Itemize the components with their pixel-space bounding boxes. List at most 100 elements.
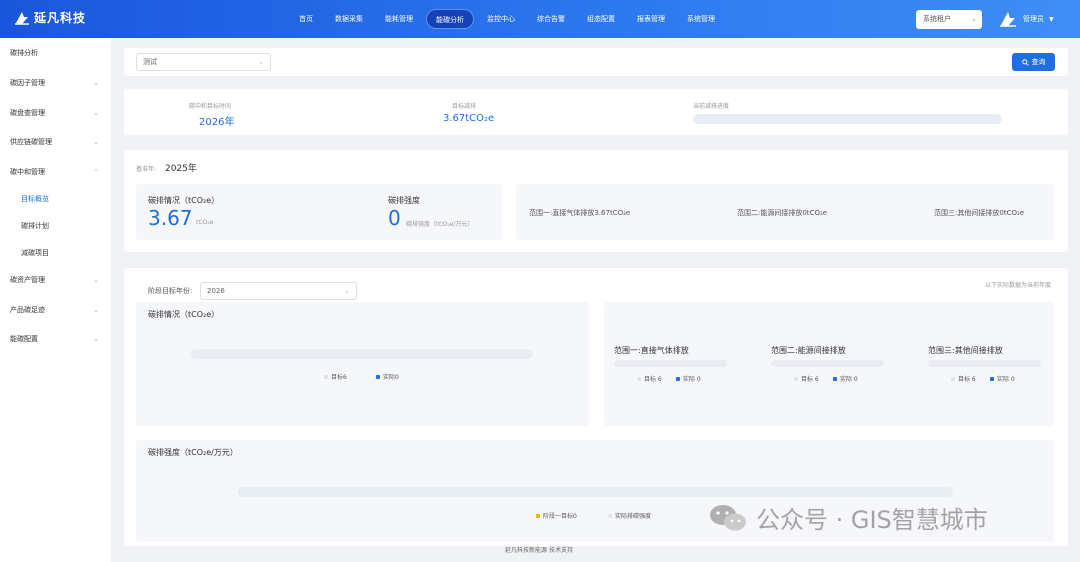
- search-icon: [1021, 58, 1029, 66]
- legend-actual-swatch: [676, 376, 680, 381]
- tenant-select-value: 系统租户: [923, 15, 951, 23]
- emission-title: 碳排情况（tCO₂e）: [148, 196, 220, 205]
- intensity-unit: 碳排强度（tCO₂e/万元）: [406, 221, 474, 228]
- chevron-down-icon: ⌄: [344, 287, 350, 295]
- baseline-card: 基准年: 2025年 碳排情况（tCO₂e） 3.67 tCO₂e 碳排强度 0…: [124, 150, 1068, 252]
- sidebar-item-carbon-config[interactable]: 能碳配置 ⌄: [0, 327, 111, 351]
- user-name: 管理员: [1023, 15, 1044, 23]
- stage-year-select[interactable]: 2026 ⌄: [200, 282, 357, 300]
- sidebar-item-label: 能碳配置: [10, 335, 38, 343]
- sidebar-item-carbon-inventory[interactable]: 碳盘查管理 ⌄: [0, 101, 111, 125]
- nav-item-data-collection[interactable]: 数据采集: [326, 9, 372, 29]
- sidebar-item-carbon-analysis[interactable]: 碳排分析: [0, 41, 111, 65]
- sidebar-item-label: 碳排分析: [10, 49, 38, 57]
- actual-legend: 实际0: [376, 372, 399, 381]
- stage-scope2-bar: [771, 360, 884, 367]
- scope2-target-legend: 目标 6: [794, 374, 819, 383]
- sidebar: 碳排分析 碳因子管理 ⌄ 碳盘查管理 ⌄ 供应链碳管理 ⌄ 碳中和管理 ⌃ 目标…: [0, 38, 111, 562]
- intensity-actual-legend: 实际排碳强度: [608, 511, 651, 520]
- top-bar: 延凡科技 首页 数据采集 能耗管理 能碳分析 监控中心 综合告警 组态配置 报表…: [0, 0, 1080, 38]
- stage-note: 以下实际数据为当前年度: [985, 282, 1052, 289]
- chevron-down-icon: ⌄: [971, 15, 977, 23]
- sidebar-item-carbon-assets[interactable]: 碳资产管理 ⌄: [0, 268, 111, 292]
- stage-emission-bar: [191, 349, 533, 359]
- legend-actual-swatch: [608, 513, 612, 518]
- project-select-value: 测试: [143, 58, 157, 66]
- neutral-time-value: 2026年: [199, 117, 235, 128]
- sidebar-item-label: 产品碳足迹: [10, 306, 45, 314]
- legend-target-swatch: [951, 376, 955, 381]
- nav-item-energy-management[interactable]: 能耗管理: [376, 9, 422, 29]
- intensity-value: 0: [388, 206, 401, 230]
- sidebar-item-label: 供应链碳管理: [10, 138, 52, 146]
- baseline-year-label: 基准年:: [136, 166, 157, 173]
- scope3-text: 范围三:其他间接排放0tCO₂e: [934, 209, 1025, 217]
- stage-intensity-bar: [238, 487, 953, 497]
- sidebar-item-product-footprint[interactable]: 产品碳足迹 ⌄: [0, 298, 111, 322]
- chevron-down-icon: ⌄: [93, 306, 99, 314]
- chevron-up-icon: ⌃: [93, 168, 99, 176]
- sidebar-item-carbon-neutral[interactable]: 碳中和管理 ⌃: [0, 160, 111, 184]
- stage-scope1-title: 范围一:直接气体排放: [614, 346, 689, 355]
- stage-scope1-bar: [614, 360, 727, 367]
- scope3-actual-legend: 实际 0: [990, 374, 1015, 383]
- user-menu[interactable]: 管理员 ▼: [998, 9, 1054, 29]
- logo-icon: [15, 11, 29, 25]
- target-reduction-label: 目标减排: [452, 103, 477, 110]
- stage-emission-title: 碳排情况（tCO₂e）: [148, 310, 220, 319]
- sidebar-item-label: 碳因子管理: [10, 79, 45, 87]
- sidebar-item-label: 目标概览: [21, 195, 49, 203]
- footer: 延凡科技新能源 技术支持: [505, 547, 573, 554]
- target-legend-label: 目标6: [331, 374, 347, 381]
- project-select[interactable]: 测试 ⌄: [136, 53, 271, 71]
- scope2-actual-legend: 实际 0: [833, 374, 858, 383]
- progress-bar: [693, 114, 1002, 124]
- stage-scope3-bar: [928, 360, 1041, 367]
- nav-item-system[interactable]: 系统管理: [678, 9, 724, 29]
- neutral-time-label: 碳中和目标时间: [189, 103, 232, 110]
- legend-actual-swatch: [833, 376, 837, 381]
- chevron-down-icon: ⌄: [93, 276, 99, 284]
- nav-item-monitor[interactable]: 监控中心: [478, 9, 524, 29]
- tenant-select[interactable]: 系统租户 ⌄: [916, 10, 982, 29]
- nav-item-home[interactable]: 首页: [290, 9, 322, 29]
- chevron-down-icon: ⌄: [93, 335, 99, 343]
- intensity-target-label: 阶段一目标0: [543, 513, 577, 520]
- nav-item-alarms[interactable]: 综合告警: [528, 9, 574, 29]
- scope2-target-label: 目标 6: [801, 376, 819, 383]
- nav-item-reports[interactable]: 报表管理: [628, 9, 674, 29]
- brand-logo[interactable]: 延凡科技: [14, 9, 86, 26]
- nav-item-carbon-analysis[interactable]: 能碳分析: [426, 9, 474, 29]
- sidebar-subitem-target-overview[interactable]: 目标概览: [0, 187, 111, 211]
- scope3-target-legend: 目标 6: [951, 374, 976, 383]
- scope1-actual-label: 实际 0: [683, 376, 701, 383]
- scope3-target-label: 目标 6: [958, 376, 976, 383]
- sidebar-item-supply-chain[interactable]: 供应链碳管理 ⌄: [0, 130, 111, 154]
- emission-unit: tCO₂e: [196, 219, 214, 226]
- intensity-title: 碳排强度: [388, 196, 420, 205]
- scope2-actual-label: 实际 0: [840, 376, 858, 383]
- actual-legend-label: 实际0: [383, 374, 399, 381]
- emission-value: 3.67: [148, 206, 193, 230]
- baseline-scopes-panel: 范围一:直接气体排放3.67tCO₂e 范围二:能源间接排放0tCO₂e 范围三…: [516, 184, 1054, 240]
- watermark: 公众号 · GIS智慧城市: [708, 500, 988, 535]
- sidebar-subitem-emission-plan[interactable]: 碳排计划: [0, 214, 111, 238]
- brand-name: 延凡科技: [34, 11, 87, 25]
- sidebar-subitem-reduction-projects[interactable]: 减碳项目: [0, 241, 111, 265]
- legend-target-swatch: [637, 376, 641, 381]
- sidebar-item-carbon-factor[interactable]: 碳因子管理 ⌄: [0, 71, 111, 95]
- summary-card: 碳中和目标时间 2026年 目标减排 3.67tCO₂e 当前减排进度: [124, 89, 1068, 135]
- nav-item-configuration[interactable]: 组态配置: [578, 9, 624, 29]
- stage-intensity-title: 碳排强度（tCO₂e/万元）: [148, 448, 238, 457]
- intensity-actual-label: 实际排碳强度: [615, 513, 652, 520]
- wechat-icon: [710, 504, 746, 530]
- scope1-actual-legend: 实际 0: [676, 374, 701, 383]
- baseline-year-value: 2025年: [165, 164, 197, 174]
- chevron-down-icon: ⌄: [93, 138, 99, 146]
- chevron-down-icon: ⌄: [93, 109, 99, 117]
- target-legend: 目标6: [324, 372, 347, 381]
- scope3-actual-label: 实际 0: [997, 376, 1015, 383]
- query-button[interactable]: 查询: [1012, 53, 1055, 71]
- sidebar-item-label: 减碳项目: [21, 249, 49, 257]
- stage-emission-panel: 碳排情况（tCO₂e） 目标6 实际0: [136, 302, 589, 426]
